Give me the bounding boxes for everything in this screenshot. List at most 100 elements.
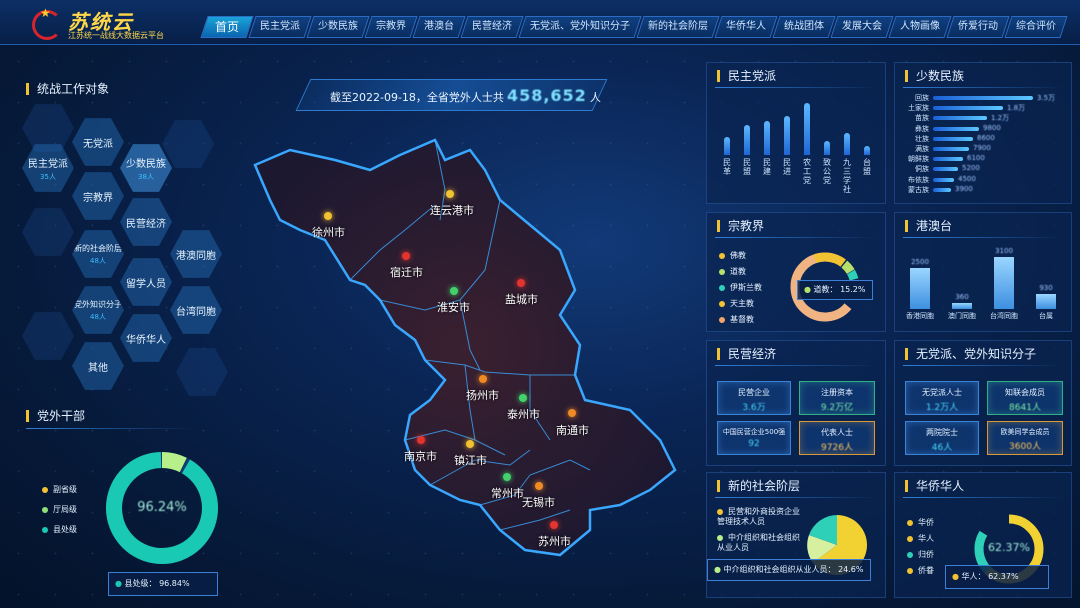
hmt-bar-label: 台湾同胞 (990, 312, 1018, 320)
nav-tab-hmt[interactable]: 港澳台 (412, 16, 466, 38)
city-marker[interactable] (568, 409, 576, 417)
nav-tab-home[interactable]: 首页 (200, 16, 254, 38)
city-marker[interactable] (479, 375, 487, 383)
party-bar-label: 农工党 (803, 158, 811, 185)
city-marker[interactable] (446, 190, 454, 198)
nav-tab-conference[interactable]: 发展大会 (830, 16, 894, 38)
minority-bar-chart[interactable]: 回族 3.5万 土家族 1.8万 苗族 1.2万 彝族 9800 壮族 8600 满族 7900 朝鲜族… (895, 93, 1071, 203)
city-label[interactable]: 淮安市 (437, 299, 470, 315)
minority-bar[interactable] (933, 136, 973, 141)
nav-tab-nonparty[interactable]: 无党派、党外知识分子 (518, 16, 642, 38)
city-marker[interactable] (550, 521, 558, 529)
nav-tab-charity[interactable]: 侨爱行动 (946, 16, 1010, 38)
democratic-panel: 民主党派 民革 民盟 民建 民进 农工党 致公党 九三学社 台盟 (706, 62, 886, 204)
party-bar-label: 民进 (783, 158, 791, 176)
divider (715, 87, 877, 88)
legend-county: 县处级 (42, 524, 77, 535)
city-label[interactable]: 南京市 (404, 448, 437, 464)
city-label[interactable]: 南通市 (556, 422, 589, 438)
party-bar[interactable] (864, 146, 870, 155)
city-label[interactable]: 宿迁市 (390, 264, 423, 280)
nav-tab-private-economy[interactable]: 民营经济 (460, 16, 524, 38)
city-marker[interactable] (402, 252, 410, 260)
party-bar-label: 民盟 (743, 158, 751, 176)
private-card-top500[interactable]: 中国民营企业500强 92 (717, 421, 791, 455)
minority-bar[interactable] (933, 96, 1033, 100)
minority-bar[interactable] (933, 157, 963, 162)
private-card-enterprises[interactable]: 民营企业 3.6万 (717, 381, 791, 415)
nav-tab-profiles[interactable]: 人物画像 (888, 16, 952, 38)
minority-bar[interactable] (933, 167, 958, 172)
city-marker[interactable] (324, 212, 332, 220)
minority-bar[interactable] (933, 187, 951, 192)
hmt-bar[interactable] (1036, 294, 1056, 309)
party-bar[interactable] (804, 103, 810, 155)
nav-tab-minority[interactable]: 少数民族 (306, 16, 370, 38)
legend-guiqiao: 归侨 (907, 549, 934, 560)
nonparty-card-independents[interactable]: 无党派人士 1.2万人 (905, 381, 979, 415)
nav-tab-overseas[interactable]: 华侨华人 (714, 16, 778, 38)
party-bar[interactable] (764, 121, 770, 155)
city-marker[interactable] (450, 287, 458, 295)
hmt-bar[interactable] (952, 303, 972, 309)
nonparty-card-alumni[interactable]: 欧美同学会成员 3600人 (987, 421, 1063, 455)
hmt-bar[interactable] (910, 268, 930, 309)
hmt-title: 港澳台 (905, 220, 952, 232)
hmt-bar-chart[interactable]: 2500 360 3100 930 (899, 247, 1067, 309)
city-label[interactable]: 苏州市 (538, 533, 571, 549)
minority-bar-value: 8600 (977, 133, 995, 142)
logo-subtitle: 江苏统一战线大数据云平台 (68, 31, 164, 40)
minority-bar[interactable] (933, 106, 1003, 111)
city-label[interactable]: 徐州市 (312, 224, 345, 240)
nav-tab-democratic[interactable]: 民主党派 (248, 16, 312, 38)
minority-bar[interactable] (933, 147, 969, 151)
hmt-bar[interactable] (994, 257, 1014, 309)
city-marker[interactable] (519, 394, 527, 402)
minority-bar[interactable] (933, 116, 987, 121)
city-marker[interactable] (517, 279, 525, 287)
nav-tab-groups[interactable]: 统战团体 (772, 16, 836, 38)
private-card-capital[interactable]: 注册资本 9.2万亿 (799, 381, 875, 415)
minority-bar[interactable] (933, 126, 979, 131)
minority-bar-label: 满族 (915, 145, 929, 153)
minority-bar[interactable] (933, 177, 954, 182)
divider (26, 428, 196, 429)
city-label[interactable]: 无锡市 (522, 494, 555, 510)
logo[interactable]: ★ 苏统云 江苏统一战线大数据云平台 (18, 4, 198, 42)
nonparty-card-academicians[interactable]: 两院院士 46人 (905, 421, 979, 455)
hmt-bar-value: 2500 (911, 258, 929, 266)
party-bar[interactable] (824, 141, 830, 155)
legend-catholic: 天主教 (719, 298, 754, 309)
city-marker[interactable] (503, 473, 511, 481)
minority-bar-label: 苗族 (915, 114, 929, 123)
nonparty-card-association[interactable]: 知联会成员 8641人 (987, 381, 1063, 415)
divider (903, 87, 1063, 88)
nav-tab-evaluation[interactable]: 综合评价 (1004, 16, 1068, 38)
democratic-bar-chart[interactable] (717, 103, 877, 155)
divider (715, 237, 877, 238)
city-label[interactable]: 盐城市 (505, 291, 538, 307)
party-bar[interactable] (844, 133, 850, 155)
party-bar[interactable] (724, 137, 730, 155)
private-card-representatives[interactable]: 代表人士 9726人 (799, 421, 875, 455)
party-bar[interactable] (744, 125, 750, 155)
nav-tab-religion[interactable]: 宗教界 (364, 16, 418, 38)
party-bar[interactable] (784, 116, 790, 155)
cadres-center-value: 96.24% (137, 500, 187, 515)
party-bar-label: 民建 (763, 158, 771, 176)
hmt-bar-label: 澳门同胞 (948, 312, 976, 320)
nav-tab-new-class[interactable]: 新的社会阶层 (636, 16, 720, 38)
city-label[interactable]: 连云港市 (430, 202, 474, 218)
city-label[interactable]: 常州市 (491, 485, 524, 501)
hmt-bar-labels: 香港同胞 澳门同胞 台湾同胞 台属 (899, 311, 1067, 323)
city-label[interactable]: 扬州市 (466, 387, 499, 403)
city-marker[interactable] (417, 436, 425, 444)
jiangsu-map[interactable] (230, 110, 700, 570)
city-label[interactable]: 泰州市 (507, 406, 540, 422)
city-marker[interactable] (535, 482, 543, 490)
city-marker[interactable] (466, 440, 474, 448)
city-label[interactable]: 镇江市 (454, 452, 487, 468)
party-bar-label: 台盟 (863, 158, 871, 176)
private-economy-panel: 民营经济 民营企业 3.6万 注册资本 9.2万亿 中国民营企业500强 92 代表人… (706, 340, 886, 466)
minority-bar-label: 布依族 (908, 175, 929, 184)
